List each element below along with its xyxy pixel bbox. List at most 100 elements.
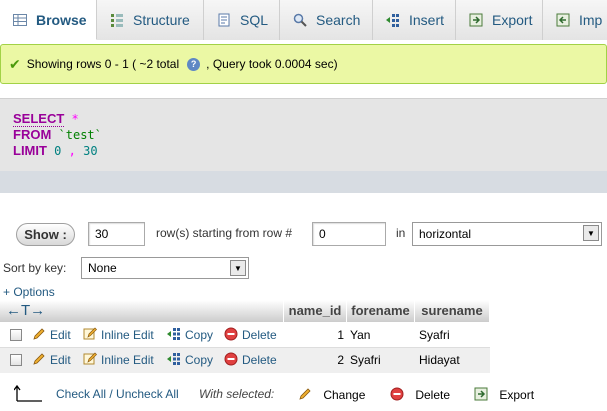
- tab-browse[interactable]: Browse: [0, 0, 97, 40]
- copy-icon: [167, 350, 181, 365]
- export-icon: [474, 387, 488, 401]
- display-mode-value: horizontal: [419, 227, 472, 241]
- rows-count-input[interactable]: 30: [88, 222, 145, 246]
- tab-label: Search: [316, 12, 361, 28]
- sql-query-box: SELECT * FROM `test` LIMIT 0 , 30: [0, 98, 607, 193]
- copy-link[interactable]: Copy: [167, 348, 213, 373]
- cell-name-id: 1: [337, 328, 344, 342]
- insert-icon: [385, 12, 401, 28]
- status-text: Showing rows 0 - 1 ( ~2 total: [26, 57, 180, 71]
- sort-by-label: Sort by key:: [3, 261, 67, 275]
- column-header-forename[interactable]: forename: [347, 300, 415, 322]
- tab-label: Imp: [579, 12, 603, 28]
- check-all-link[interactable]: Check All / Uncheck All: [56, 387, 179, 407]
- sql-icon: [216, 12, 232, 28]
- export-selected-label: Export: [499, 388, 535, 402]
- inline-edit-icon: [83, 325, 97, 340]
- search-icon: [292, 12, 308, 28]
- edit-label: Edit: [50, 328, 71, 342]
- column-header-surename[interactable]: surename: [415, 300, 490, 322]
- with-selected-label: With selected:: [199, 387, 275, 401]
- table-row: Edit Inline Edit Copy Delete 1 Yan Syafr…: [0, 323, 490, 348]
- inline-edit-link[interactable]: Inline Edit: [83, 323, 154, 348]
- sql-star: *: [71, 112, 79, 126]
- browse-icon: [12, 12, 28, 28]
- sql-offset: 0: [54, 144, 62, 158]
- sql-table: `test`: [58, 128, 102, 142]
- copy-label: Copy: [185, 353, 214, 367]
- table-header: ←T→ name_id forename surename: [0, 300, 490, 322]
- cell-name-id: 2: [337, 353, 344, 367]
- sort-key-select[interactable]: None ▼: [81, 257, 249, 279]
- tab-search[interactable]: Search: [280, 0, 373, 40]
- edit-link[interactable]: Edit: [32, 348, 71, 373]
- copy-label: Copy: [185, 328, 214, 342]
- delete-link[interactable]: Delete: [224, 348, 277, 373]
- sort-key-value: None: [88, 261, 117, 275]
- change-label: Change: [323, 388, 366, 402]
- select-arrow-icon: [13, 383, 44, 403]
- inline-edit-link[interactable]: Inline Edit: [83, 348, 154, 373]
- checkmark-icon: ✔: [9, 55, 21, 72]
- tab-label: Browse: [36, 11, 87, 28]
- pencil-icon: [32, 350, 46, 365]
- change-selected-button[interactable]: Change: [298, 387, 365, 407]
- structure-icon: [109, 12, 125, 28]
- tab-label: Insert: [409, 12, 445, 28]
- delete-icon: [224, 350, 238, 366]
- copy-link[interactable]: Copy: [167, 323, 213, 348]
- sql-toolbar-strip: [0, 171, 607, 193]
- edit-link[interactable]: Edit: [32, 323, 71, 348]
- row-checkbox[interactable]: [10, 354, 22, 366]
- column-nav-arrows[interactable]: ←T→: [0, 300, 284, 322]
- options-link[interactable]: + Options: [3, 285, 55, 299]
- display-mode-select[interactable]: horizontal ▼: [412, 222, 602, 246]
- sql-query: SELECT * FROM `test` LIMIT 0 , 30: [0, 99, 607, 171]
- delete-link[interactable]: Delete: [224, 323, 277, 348]
- export-selected-button[interactable]: Export: [474, 387, 534, 407]
- pencil-icon: [298, 387, 312, 401]
- tab-structure[interactable]: Structure: [97, 0, 204, 40]
- inline-edit-label: Inline Edit: [101, 328, 154, 342]
- sql-count: 30: [83, 144, 98, 158]
- cell-surename: Hidayat: [419, 353, 460, 367]
- delete-selected-button[interactable]: Delete: [390, 387, 450, 407]
- delete-selected-label: Delete: [415, 388, 451, 402]
- tab-label: SQL: [240, 12, 269, 28]
- cell-surename: Syafri: [419, 328, 450, 342]
- tab-label: Structure: [133, 12, 190, 28]
- sql-keyword-limit: LIMIT: [13, 143, 47, 158]
- delete-icon: [224, 325, 238, 341]
- inline-edit-icon: [83, 350, 97, 365]
- column-header-name-id[interactable]: name_id: [284, 300, 347, 322]
- show-button[interactable]: Show :: [16, 223, 75, 246]
- help-icon[interactable]: ?: [187, 57, 201, 71]
- tab-export[interactable]: Export: [456, 0, 543, 40]
- tab-insert[interactable]: Insert: [373, 0, 456, 40]
- delete-icon: [390, 387, 404, 401]
- sql-keyword-from: FROM: [13, 127, 52, 142]
- tab-import[interactable]: Imp: [543, 0, 607, 40]
- start-row-input[interactable]: 0: [312, 222, 386, 246]
- tab-sql[interactable]: SQL: [204, 0, 280, 40]
- tab-bar: Browse Structure SQL Search Insert Expor…: [0, 0, 607, 40]
- cell-forename: Syafri: [350, 353, 381, 367]
- chevron-down-icon: ▼: [230, 260, 246, 276]
- success-message: ✔ Showing rows 0 - 1 ( ~2 total ? , Quer…: [0, 44, 607, 84]
- delete-label: Delete: [242, 328, 277, 342]
- sql-comma: ,: [68, 144, 76, 158]
- tab-label: Export: [492, 12, 533, 28]
- in-label: in: [396, 226, 406, 240]
- edit-label: Edit: [50, 353, 71, 367]
- copy-icon: [167, 325, 181, 340]
- pencil-icon: [32, 325, 46, 340]
- query-time-text: , Query took 0.0004 sec): [206, 57, 338, 71]
- table-row: Edit Inline Edit Copy Delete 2 Syafri Hi…: [0, 348, 490, 373]
- import-icon: [555, 12, 571, 28]
- row-checkbox[interactable]: [10, 329, 22, 341]
- rows-label: row(s) starting from row #: [156, 226, 293, 240]
- chevron-down-icon: ▼: [583, 225, 599, 241]
- inline-edit-label: Inline Edit: [101, 353, 154, 367]
- sql-keyword-select[interactable]: SELECT: [13, 111, 65, 127]
- cell-forename: Yan: [350, 328, 371, 342]
